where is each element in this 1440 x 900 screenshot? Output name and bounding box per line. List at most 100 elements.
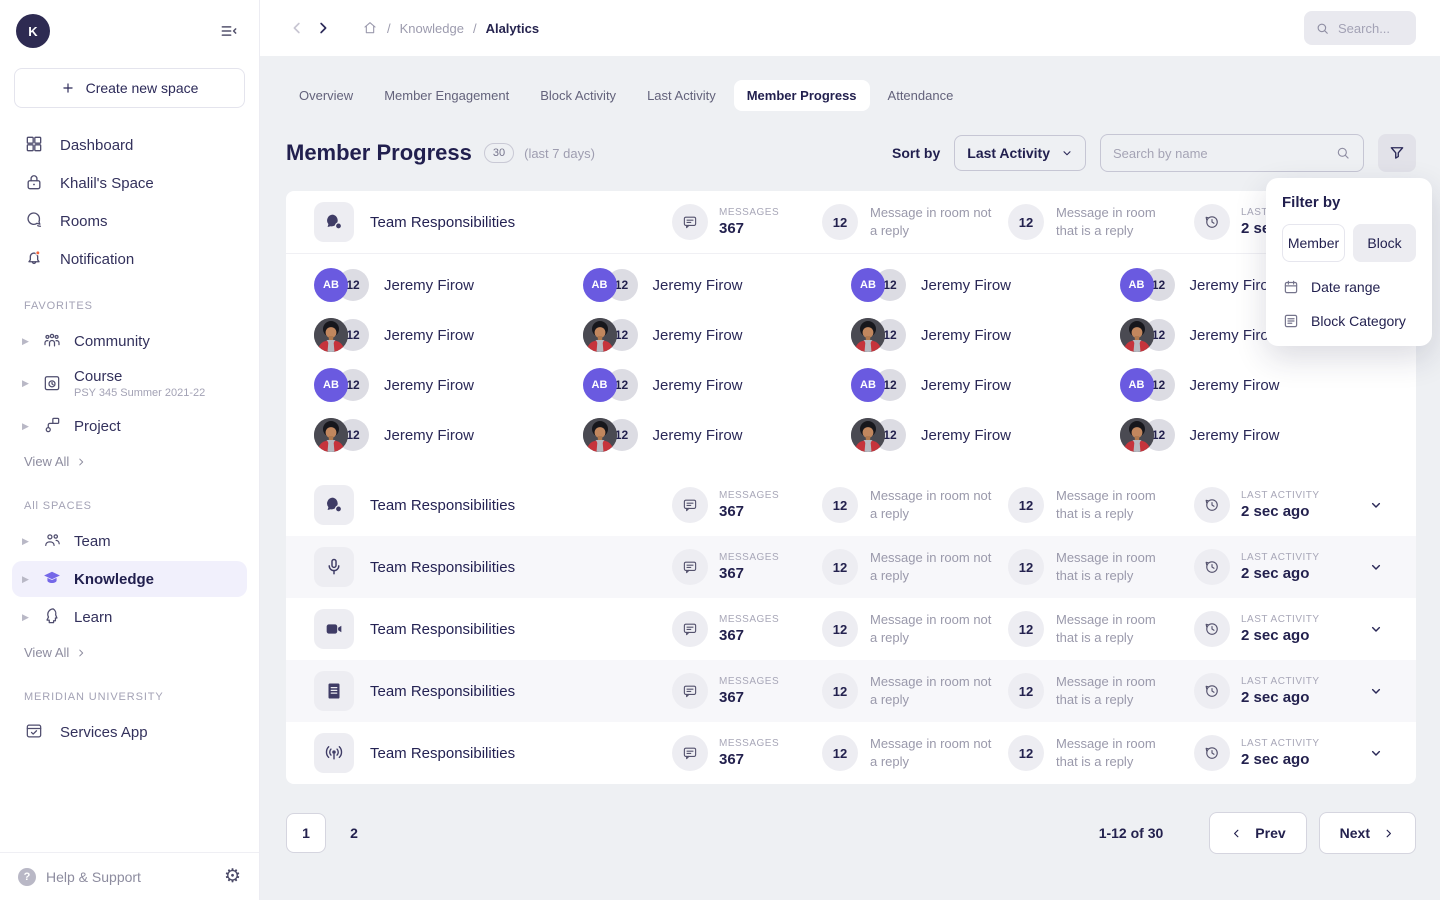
member-name: Jeremy Firow <box>653 427 743 444</box>
row-expand-toggle[interactable] <box>1364 683 1388 699</box>
tab[interactable]: Member Progress <box>734 80 870 111</box>
sidebar-item-knowledge[interactable]: ▶ Knowledge <box>12 561 247 597</box>
table-row[interactable]: Team Responsibilities MESSAGES 367 <box>286 660 1416 722</box>
history-clock-icon <box>1194 735 1230 771</box>
sidebar-item-project[interactable]: ▶ Project <box>12 408 247 444</box>
sidebar-item-services-app[interactable]: Services App <box>0 713 259 751</box>
sidebar-item-dashboard[interactable]: Dashboard <box>0 126 259 164</box>
chevron-down-icon <box>1368 683 1384 699</box>
row-main: Team Responsibilities <box>314 733 672 773</box>
row-title: Team Responsibilities <box>370 745 515 762</box>
sidebar-item-khalils-space[interactable]: Khalil's Space <box>0 164 259 202</box>
reply-count: 12 <box>1008 673 1044 709</box>
reply-count: 12 <box>1008 549 1044 585</box>
tab[interactable]: Member Engagement <box>371 80 522 111</box>
row-expand-toggle[interactable] <box>1364 745 1388 761</box>
sidebar-item-community[interactable]: ▶ Community <box>12 323 247 359</box>
filter-item-date-range[interactable]: Date range <box>1282 278 1416 296</box>
not-reply-text: Message in room not a reply <box>870 549 992 584</box>
member-chip[interactable]: 12 AB Jeremy Firow <box>314 268 583 302</box>
filter-option-member[interactable]: Member <box>1282 224 1345 262</box>
member-avatar-group: 12 AB <box>851 368 907 402</box>
sidebar-item-course[interactable]: ▶ Course PSY 345 Summer 2021-22 <box>12 361 247 406</box>
row-expand-toggle[interactable] <box>1364 497 1388 513</box>
search-by-name-input[interactable] <box>1113 146 1327 161</box>
filter-button[interactable] <box>1378 134 1416 172</box>
member-chip[interactable]: 12 AB Jeremy Firow <box>1120 368 1389 402</box>
nav-back-button[interactable] <box>284 15 310 41</box>
sidebar-item-rooms[interactable]: Rooms <box>0 202 259 240</box>
not-reply-stat: 12 Message in room not a reply <box>822 549 1008 585</box>
member-chip[interactable]: 12 AB Jeremy Firow <box>314 318 583 352</box>
filter-option-block[interactable]: Block <box>1353 224 1416 262</box>
member-avatar-group: 12 AB <box>851 318 907 352</box>
expander-triangle-icon[interactable]: ▶ <box>22 536 32 547</box>
avatar-initials: AB <box>860 379 876 391</box>
member-chip[interactable]: 12 AB Jeremy Firow <box>314 418 583 452</box>
member-chip[interactable]: 12 AB Jeremy Firow <box>1120 418 1389 452</box>
filter-item-block-category[interactable]: Block Category <box>1282 312 1416 330</box>
table-row-expanded[interactable]: Team Responsibilities MESSAGES 367 12 <box>286 191 1416 253</box>
sort-dropdown[interactable]: Last Activity <box>954 135 1086 171</box>
expander-triangle-icon[interactable]: ▶ <box>22 574 32 585</box>
table-row[interactable]: Team Responsibilities MESSAGES 367 <box>286 722 1416 784</box>
member-chip[interactable]: 12 AB Jeremy Firow <box>583 268 852 302</box>
table-row[interactable]: Team Responsibilities MESSAGES 367 <box>286 474 1416 536</box>
messages-label: MESSAGES <box>719 738 779 749</box>
expander-triangle-icon[interactable]: ▶ <box>22 378 32 389</box>
tab[interactable]: Block Activity <box>527 80 629 111</box>
help-support-link[interactable]: Help & Support <box>46 869 141 885</box>
home-icon[interactable] <box>362 20 378 36</box>
expander-triangle-icon[interactable]: ▶ <box>22 612 32 623</box>
sidebar-item-team[interactable]: ▶ Team <box>12 523 247 559</box>
avatar-photo <box>314 418 348 452</box>
sidebar-item-label: Community <box>74 333 150 350</box>
member-name: Jeremy Firow <box>384 427 474 444</box>
member-chip[interactable]: 12 AB Jeremy Firow <box>851 418 1120 452</box>
avatar: AB <box>851 418 885 452</box>
filter-type-toggle: Member Block <box>1282 224 1416 262</box>
table-row[interactable]: Team Responsibilities MESSAGES 367 <box>286 598 1416 660</box>
tab[interactable]: Attendance <box>875 80 967 111</box>
expander-triangle-icon[interactable]: ▶ <box>22 421 32 432</box>
breadcrumb-separator: / <box>473 21 477 36</box>
name-search[interactable] <box>1100 134 1364 172</box>
next-button[interactable]: Next <box>1319 812 1416 854</box>
page-number-button[interactable]: 2 <box>334 813 374 853</box>
member-chip[interactable]: 12 AB Jeremy Firow <box>583 368 852 402</box>
member-chip[interactable]: 12 AB Jeremy Firow <box>851 368 1120 402</box>
chevron-down-icon <box>1368 745 1384 761</box>
period-subtitle: (last 7 days) <box>524 146 595 161</box>
favorites-view-all-link[interactable]: View All <box>0 445 259 478</box>
sidebar-item-label: Dashboard <box>60 137 133 154</box>
prev-button[interactable]: Prev <box>1209 812 1306 854</box>
member-chip[interactable]: 12 AB Jeremy Firow <box>851 318 1120 352</box>
messages-label: MESSAGES <box>719 676 779 687</box>
breadcrumb-parent-link[interactable]: Knowledge <box>400 21 464 36</box>
member-chip[interactable]: 12 AB Jeremy Firow <box>851 268 1120 302</box>
nav-forward-button[interactable] <box>310 15 336 41</box>
expander-triangle-icon[interactable]: ▶ <box>22 336 32 347</box>
history-clock-icon <box>1194 611 1230 647</box>
global-search[interactable] <box>1304 11 1416 45</box>
tab[interactable]: Overview <box>286 80 366 111</box>
page-number-button[interactable]: 1 <box>286 813 326 853</box>
tab[interactable]: Last Activity <box>634 80 729 111</box>
last-activity-value: 2 sec ago <box>1241 565 1320 582</box>
member-chip[interactable]: 12 AB Jeremy Firow <box>583 318 852 352</box>
member-chip[interactable]: 12 AB Jeremy Firow <box>583 418 852 452</box>
sidebar-item-learn[interactable]: ▶ Learn <box>12 599 247 635</box>
row-expand-toggle[interactable] <box>1364 621 1388 637</box>
row-expand-toggle[interactable] <box>1364 559 1388 575</box>
create-new-space-button[interactable]: Create new space <box>14 68 245 108</box>
global-search-input[interactable] <box>1338 21 1402 36</box>
settings-gear-icon[interactable] <box>224 865 241 888</box>
member-chip[interactable]: 12 AB Jeremy Firow <box>314 368 583 402</box>
spaces-view-all-link[interactable]: View All <box>0 636 259 669</box>
row-title: Team Responsibilities <box>370 214 515 231</box>
sidebar-collapse-button[interactable] <box>219 21 239 41</box>
table-row[interactable]: Team Responsibilities MESSAGES 367 <box>286 536 1416 598</box>
help-question-icon <box>18 868 36 886</box>
workspace-avatar[interactable]: K <box>16 14 50 48</box>
sidebar-item-notification[interactable]: Notification <box>0 240 259 278</box>
